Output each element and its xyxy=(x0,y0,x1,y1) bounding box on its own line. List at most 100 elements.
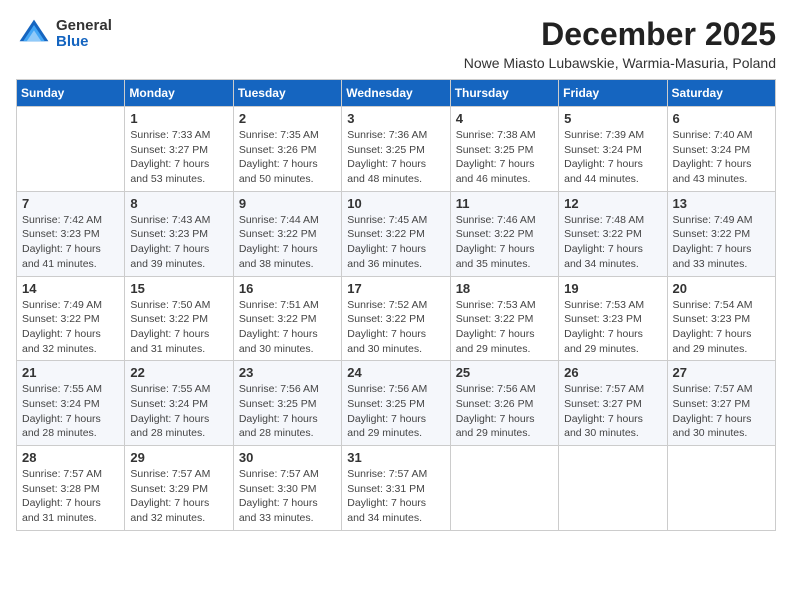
day-number: 5 xyxy=(564,111,661,126)
calendar-week-row: 14Sunrise: 7:49 AM Sunset: 3:22 PM Dayli… xyxy=(17,276,776,361)
page-header: General Blue December 2025 Nowe Miasto L… xyxy=(16,16,776,71)
day-info: Sunrise: 7:50 AM Sunset: 3:22 PM Dayligh… xyxy=(130,298,227,357)
calendar-cell xyxy=(17,107,125,192)
day-info: Sunrise: 7:55 AM Sunset: 3:24 PM Dayligh… xyxy=(130,382,227,441)
day-info: Sunrise: 7:40 AM Sunset: 3:24 PM Dayligh… xyxy=(673,128,770,187)
calendar-cell: 16 Sunrise: 7:51 AM Sunset: 3:22 PM Dayli… xyxy=(233,276,341,361)
day-info: Sunrise: 7:53 AM Sunset: 3:23 PM Dayligh… xyxy=(564,298,661,357)
calendar-cell: 24Sunrise: 7:56 AM Sunset: 3:25 PM Dayli… xyxy=(342,361,450,446)
day-number: 28 xyxy=(22,450,119,465)
day-number: 25 xyxy=(456,365,553,380)
calendar-cell: 27 Sunrise: 7:57 AM Sunset: 3:27 PM Dayli… xyxy=(667,361,775,446)
weekday-header-saturday: Saturday xyxy=(667,80,775,107)
calendar-cell: 4 Sunrise: 7:38 AM Sunset: 3:25 PM Daylig… xyxy=(450,107,558,192)
title-block: December 2025 Nowe Miasto Lubawskie, War… xyxy=(464,16,776,71)
day-number: 15 xyxy=(130,281,227,296)
calendar-cell: 30Sunrise: 7:57 AM Sunset: 3:30 PM Dayli… xyxy=(233,446,341,531)
weekday-header-wednesday: Wednesday xyxy=(342,80,450,107)
day-number: 8 xyxy=(130,196,227,211)
weekday-header-friday: Friday xyxy=(559,80,667,107)
calendar-week-row: 1 Sunrise: 7:33 AM Sunset: 3:27 PM Daylig… xyxy=(17,107,776,192)
day-number: 6 xyxy=(673,111,770,126)
calendar-cell: 11 Sunrise: 7:46 AM Sunset: 3:22 PM Dayli… xyxy=(450,191,558,276)
calendar-cell: 9 Sunrise: 7:44 AM Sunset: 3:22 PM Daylig… xyxy=(233,191,341,276)
day-info: Sunrise: 7:57 AM Sunset: 3:27 PM Dayligh… xyxy=(673,382,770,441)
calendar-cell: 20 Sunrise: 7:54 AM Sunset: 3:23 PM Dayli… xyxy=(667,276,775,361)
logo-icon xyxy=(16,16,52,52)
day-info: Sunrise: 7:56 AM Sunset: 3:25 PM Dayligh… xyxy=(239,382,336,441)
day-number: 24 xyxy=(347,365,444,380)
day-info: Sunrise: 7:49 AM Sunset: 3:22 PM Dayligh… xyxy=(22,298,119,357)
calendar-cell xyxy=(450,446,558,531)
day-info: Sunrise: 7:33 AM Sunset: 3:27 PM Dayligh… xyxy=(130,128,227,187)
calendar-cell: 19Sunrise: 7:53 AM Sunset: 3:23 PM Dayli… xyxy=(559,276,667,361)
day-number: 4 xyxy=(456,111,553,126)
day-info: Sunrise: 7:57 AM Sunset: 3:31 PM Dayligh… xyxy=(347,467,444,526)
calendar-cell: 23 Sunrise: 7:56 AM Sunset: 3:25 PM Dayli… xyxy=(233,361,341,446)
day-number: 27 xyxy=(673,365,770,380)
day-number: 13 xyxy=(673,196,770,211)
calendar-cell: 15 Sunrise: 7:50 AM Sunset: 3:22 PM Dayli… xyxy=(125,276,233,361)
day-info: Sunrise: 7:55 AM Sunset: 3:24 PM Dayligh… xyxy=(22,382,119,441)
day-number: 11 xyxy=(456,196,553,211)
calendar-cell: 25 Sunrise: 7:56 AM Sunset: 3:26 PM Dayli… xyxy=(450,361,558,446)
day-number: 16 xyxy=(239,281,336,296)
calendar-cell xyxy=(559,446,667,531)
day-number: 12 xyxy=(564,196,661,211)
day-number: 22 xyxy=(130,365,227,380)
calendar-cell: 28 Sunrise: 7:57 AM Sunset: 3:28 PM Dayli… xyxy=(17,446,125,531)
calendar-cell: 5Sunrise: 7:39 AM Sunset: 3:24 PM Daylig… xyxy=(559,107,667,192)
logo-blue-text: Blue xyxy=(56,34,112,51)
day-info: Sunrise: 7:42 AM Sunset: 3:23 PM Dayligh… xyxy=(22,213,119,272)
calendar-cell xyxy=(667,446,775,531)
day-number: 20 xyxy=(673,281,770,296)
calendar-table: SundayMondayTuesdayWednesdayThursdayFrid… xyxy=(16,79,776,531)
day-info: Sunrise: 7:46 AM Sunset: 3:22 PM Dayligh… xyxy=(456,213,553,272)
day-number: 17 xyxy=(347,281,444,296)
logo-text: General Blue xyxy=(56,18,112,51)
day-info: Sunrise: 7:49 AM Sunset: 3:22 PM Dayligh… xyxy=(673,213,770,272)
day-number: 7 xyxy=(22,196,119,211)
calendar-cell: 13 Sunrise: 7:49 AM Sunset: 3:22 PM Dayli… xyxy=(667,191,775,276)
day-info: Sunrise: 7:45 AM Sunset: 3:22 PM Dayligh… xyxy=(347,213,444,272)
day-info: Sunrise: 7:38 AM Sunset: 3:25 PM Dayligh… xyxy=(456,128,553,187)
calendar-cell: 6 Sunrise: 7:40 AM Sunset: 3:24 PM Daylig… xyxy=(667,107,775,192)
day-info: Sunrise: 7:57 AM Sunset: 3:27 PM Dayligh… xyxy=(564,382,661,441)
day-info: Sunrise: 7:51 AM Sunset: 3:22 PM Dayligh… xyxy=(239,298,336,357)
calendar-cell: 1 Sunrise: 7:33 AM Sunset: 3:27 PM Daylig… xyxy=(125,107,233,192)
location-title: Nowe Miasto Lubawskie, Warmia-Masuria, P… xyxy=(464,55,776,71)
day-number: 9 xyxy=(239,196,336,211)
weekday-header-monday: Monday xyxy=(125,80,233,107)
calendar-cell: 10Sunrise: 7:45 AM Sunset: 3:22 PM Dayli… xyxy=(342,191,450,276)
day-info: Sunrise: 7:57 AM Sunset: 3:29 PM Dayligh… xyxy=(130,467,227,526)
calendar-cell: 8 Sunrise: 7:43 AM Sunset: 3:23 PM Daylig… xyxy=(125,191,233,276)
day-info: Sunrise: 7:43 AM Sunset: 3:23 PM Dayligh… xyxy=(130,213,227,272)
day-number: 30 xyxy=(239,450,336,465)
calendar-cell: 31Sunrise: 7:57 AM Sunset: 3:31 PM Dayli… xyxy=(342,446,450,531)
day-info: Sunrise: 7:36 AM Sunset: 3:25 PM Dayligh… xyxy=(347,128,444,187)
weekday-header-thursday: Thursday xyxy=(450,80,558,107)
day-number: 1 xyxy=(130,111,227,126)
logo: General Blue xyxy=(16,16,112,52)
day-info: Sunrise: 7:56 AM Sunset: 3:26 PM Dayligh… xyxy=(456,382,553,441)
day-number: 2 xyxy=(239,111,336,126)
day-info: Sunrise: 7:52 AM Sunset: 3:22 PM Dayligh… xyxy=(347,298,444,357)
calendar-header-row: SundayMondayTuesdayWednesdayThursdayFrid… xyxy=(17,80,776,107)
day-info: Sunrise: 7:57 AM Sunset: 3:28 PM Dayligh… xyxy=(22,467,119,526)
day-info: Sunrise: 7:53 AM Sunset: 3:22 PM Dayligh… xyxy=(456,298,553,357)
calendar-cell: 14Sunrise: 7:49 AM Sunset: 3:22 PM Dayli… xyxy=(17,276,125,361)
calendar-week-row: 7 Sunrise: 7:42 AM Sunset: 3:23 PM Daylig… xyxy=(17,191,776,276)
calendar-cell: 26Sunrise: 7:57 AM Sunset: 3:27 PM Dayli… xyxy=(559,361,667,446)
weekday-header-sunday: Sunday xyxy=(17,80,125,107)
calendar-cell: 3Sunrise: 7:36 AM Sunset: 3:25 PM Daylig… xyxy=(342,107,450,192)
calendar-cell: 22 Sunrise: 7:55 AM Sunset: 3:24 PM Dayli… xyxy=(125,361,233,446)
day-number: 29 xyxy=(130,450,227,465)
calendar-cell: 29 Sunrise: 7:57 AM Sunset: 3:29 PM Dayli… xyxy=(125,446,233,531)
weekday-header-tuesday: Tuesday xyxy=(233,80,341,107)
day-number: 23 xyxy=(239,365,336,380)
day-info: Sunrise: 7:54 AM Sunset: 3:23 PM Dayligh… xyxy=(673,298,770,357)
calendar-cell: 12Sunrise: 7:48 AM Sunset: 3:22 PM Dayli… xyxy=(559,191,667,276)
calendar-cell: 21Sunrise: 7:55 AM Sunset: 3:24 PM Dayli… xyxy=(17,361,125,446)
calendar-cell: 17 Sunrise: 7:52 AM Sunset: 3:22 PM Dayli… xyxy=(342,276,450,361)
day-info: Sunrise: 7:44 AM Sunset: 3:22 PM Dayligh… xyxy=(239,213,336,272)
